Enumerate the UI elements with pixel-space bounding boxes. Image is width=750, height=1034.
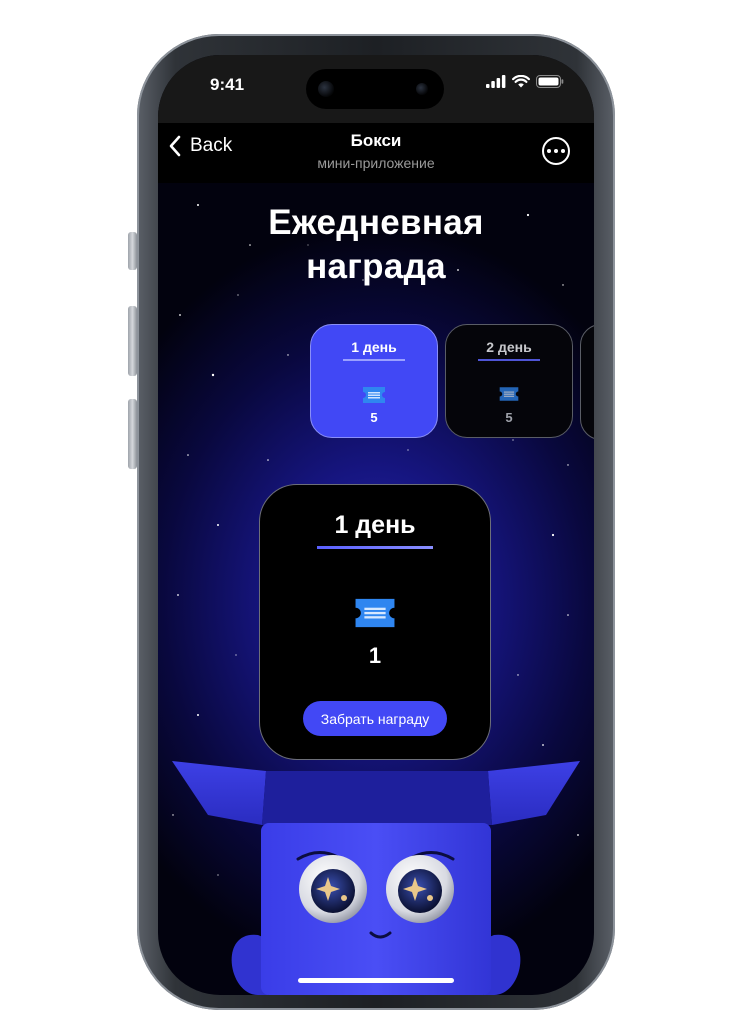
ticket-icon [363,387,385,403]
day-card-1[interactable]: 1 день 5 [310,324,438,438]
app-screen: 9:41 Back Бокси мини-приложение Ежедневн… [158,55,594,995]
claim-reward-button[interactable]: Забрать награду [303,701,447,736]
volume-down-button [128,399,137,469]
app-title: Бокси [350,131,402,150]
volume-up-button [128,306,137,376]
day-card-quantity: 5 [505,410,513,425]
battery-icon [536,75,564,88]
sensor-lens [416,83,428,95]
day-card-2[interactable]: 2 день 5 [445,324,573,438]
action-button [128,232,137,270]
system-icons [486,75,564,88]
navigation-bar: Back Бокси мини-приложение [158,123,594,183]
day-card-3-partial[interactable] [580,324,594,440]
day-card-label: 2 день [486,339,532,355]
app-subtitle: мини-приложение [317,155,435,171]
day-card-underline [343,359,405,361]
ticket-icon [355,598,395,628]
day-card-label: 1 день [351,339,397,355]
box-mascot [172,761,580,995]
wifi-icon [512,75,530,88]
ticket-icon [499,387,519,401]
heading-line-2: награда [306,247,446,286]
reward-card-underline [317,546,433,549]
reward-card: 1 день 1 Забрать награду [259,484,491,760]
status-bar: 9:41 [158,55,594,123]
day-card-quantity: 5 [370,410,378,425]
dynamic-island [306,69,444,109]
day-card-underline [478,359,540,361]
more-button[interactable] [542,137,570,165]
reward-quantity: 1 [368,643,382,668]
reward-card-title: 1 день [334,511,416,539]
page-heading: Ежедневная награда [158,201,594,289]
camera-lens [318,81,334,97]
heading-line-1: Ежедневная [268,203,484,242]
status-time: 9:41 [210,75,245,94]
home-indicator[interactable] [298,978,454,983]
signal-icon [486,75,506,88]
